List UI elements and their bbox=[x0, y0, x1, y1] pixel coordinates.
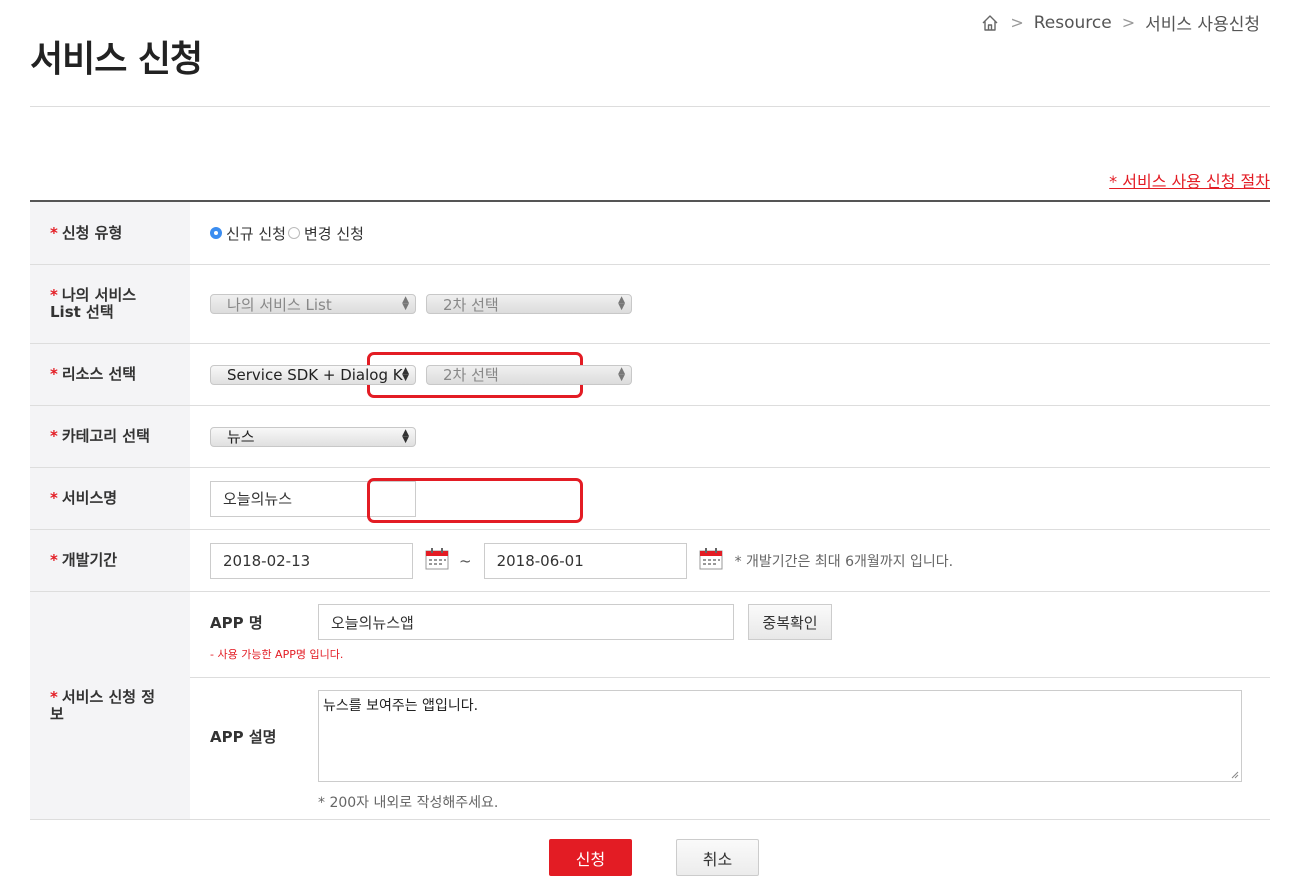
row-apply-type: * 신청 유형 신규 신청 변경 신청 bbox=[30, 202, 1270, 265]
resize-grip-icon[interactable] bbox=[1231, 771, 1239, 779]
select-arrows-icon: ▲ ▼ bbox=[402, 295, 409, 312]
select-arrows-icon: ▲ ▼ bbox=[618, 295, 625, 312]
label-category: * 카테고리 선택 bbox=[30, 406, 190, 467]
select-arrows-icon: ▲ ▼ bbox=[402, 427, 409, 445]
required-mark: * bbox=[50, 223, 58, 242]
required-mark: * bbox=[50, 687, 58, 706]
my-service-list-select[interactable]: 나의 서비스 List ▲ ▼ bbox=[210, 294, 416, 314]
label-my-service: * 나의 서비스 List 선택 bbox=[30, 265, 190, 343]
resource-select[interactable]: Service SDK + Dialog K ▲ ▼ bbox=[210, 364, 416, 385]
service-procedure-link[interactable]: * 서비스 사용 신청 절차 bbox=[1109, 168, 1270, 192]
label-service-name: * 서비스명 bbox=[30, 468, 190, 529]
home-icon[interactable] bbox=[980, 13, 1000, 33]
app-desc-textarea[interactable]: 뉴스를 보여주는 앱입니다. bbox=[318, 690, 1242, 782]
highlight-box bbox=[367, 478, 583, 523]
submit-button[interactable]: 신청 bbox=[549, 839, 632, 876]
breadcrumb-item-current: 서비스 사용신청 bbox=[1145, 15, 1260, 35]
category-select[interactable]: 뉴스 ▲ ▼ bbox=[210, 426, 416, 447]
my-service-secondary-select[interactable]: 2차 선택 ▲ ▼ bbox=[426, 294, 632, 314]
duplicate-check-button[interactable]: 중복확인 bbox=[748, 604, 832, 640]
label-apply-type: * 신청 유형 bbox=[30, 202, 190, 264]
app-name-input[interactable]: 오늘의뉴스앱 bbox=[318, 604, 734, 640]
label-resource: * 리소스 선택 bbox=[30, 344, 190, 405]
app-name-available-note: - 사용 가능한 APP명 입니다. bbox=[210, 648, 344, 661]
row-service-name: * 서비스명 오늘의뉴스 bbox=[30, 468, 1270, 530]
required-mark: * bbox=[50, 489, 58, 507]
radio-change-label[interactable]: 변경 신청 bbox=[304, 223, 364, 244]
app-desc-label: APP 설명 bbox=[210, 728, 277, 746]
radio-change-application[interactable] bbox=[287, 227, 300, 239]
row-dev-period: * 개발기간 2018-02-13 ~ 2018-06-01 * 개발기간은 최… bbox=[30, 530, 1270, 592]
start-date-input[interactable]: 2018-02-13 bbox=[210, 542, 413, 579]
select-arrows-icon: ▲ ▼ bbox=[618, 365, 625, 383]
row-category: * 카테고리 선택 뉴스 ▲ ▼ bbox=[30, 406, 1270, 468]
select-arrows-icon: ▲ ▼ bbox=[402, 365, 409, 383]
required-mark: * bbox=[50, 551, 58, 569]
breadcrumb-item-resource[interactable]: Resource bbox=[1034, 13, 1112, 33]
app-name-section: APP 명 오늘의뉴스앱 중복확인 - 사용 가능한 APP명 입니다. bbox=[190, 592, 1270, 678]
app-name-label: APP 명 bbox=[210, 614, 263, 632]
radio-new-application[interactable] bbox=[210, 227, 222, 239]
end-date-input[interactable]: 2018-06-01 bbox=[483, 542, 687, 579]
label-dev-period: * 개발기간 bbox=[30, 530, 190, 591]
row-service-info: * 서비스 신청 정보 APP 명 오늘의뉴스앱 중복확인 - 사용 가능한 AP… bbox=[30, 592, 1270, 820]
row-resource: * 리소스 선택 Service SDK + Dialog K ▲ ▼ 2차 선택… bbox=[30, 344, 1270, 406]
calendar-icon[interactable] bbox=[699, 547, 723, 574]
label-service-info: * 서비스 신청 정보 bbox=[30, 592, 190, 819]
chevron-right-icon: > bbox=[1121, 13, 1136, 32]
calendar-icon[interactable] bbox=[425, 547, 449, 574]
application-form: * 신청 유형 신규 신청 변경 신청 * 나의 서비스 List 선택 나의 서… bbox=[30, 200, 1270, 820]
radio-new-label[interactable]: 신규 신청 bbox=[226, 223, 286, 244]
breadcrumb: > Resource > 서비스 사용신청 bbox=[980, 10, 1260, 35]
app-desc-length-note: * 200자 내외로 작성해주세요. bbox=[318, 795, 499, 811]
apply-type-radio-group: 신규 신청 변경 신청 bbox=[210, 223, 366, 244]
required-mark: * bbox=[50, 286, 58, 304]
cancel-button[interactable]: 취소 bbox=[676, 839, 759, 876]
required-mark: * bbox=[50, 365, 58, 383]
resource-secondary-select[interactable]: 2차 선택 ▲ ▼ bbox=[426, 364, 632, 385]
chevron-right-icon: > bbox=[1010, 13, 1024, 32]
required-mark: * bbox=[50, 427, 58, 445]
row-my-service: * 나의 서비스 List 선택 나의 서비스 List ▲ ▼ 2차 선택 ▲ ▼ bbox=[30, 265, 1270, 344]
app-desc-section: APP 설명 뉴스를 보여주는 앱입니다. * 200자 내외로 작성해주세요. bbox=[190, 678, 1270, 819]
page-title: 서비스 신청 bbox=[30, 39, 203, 80]
dev-period-note: * 개발기간은 최대 6개월까지 입니다. bbox=[734, 553, 954, 570]
date-range-separator: ~ bbox=[459, 551, 472, 570]
title-divider bbox=[30, 106, 1270, 107]
